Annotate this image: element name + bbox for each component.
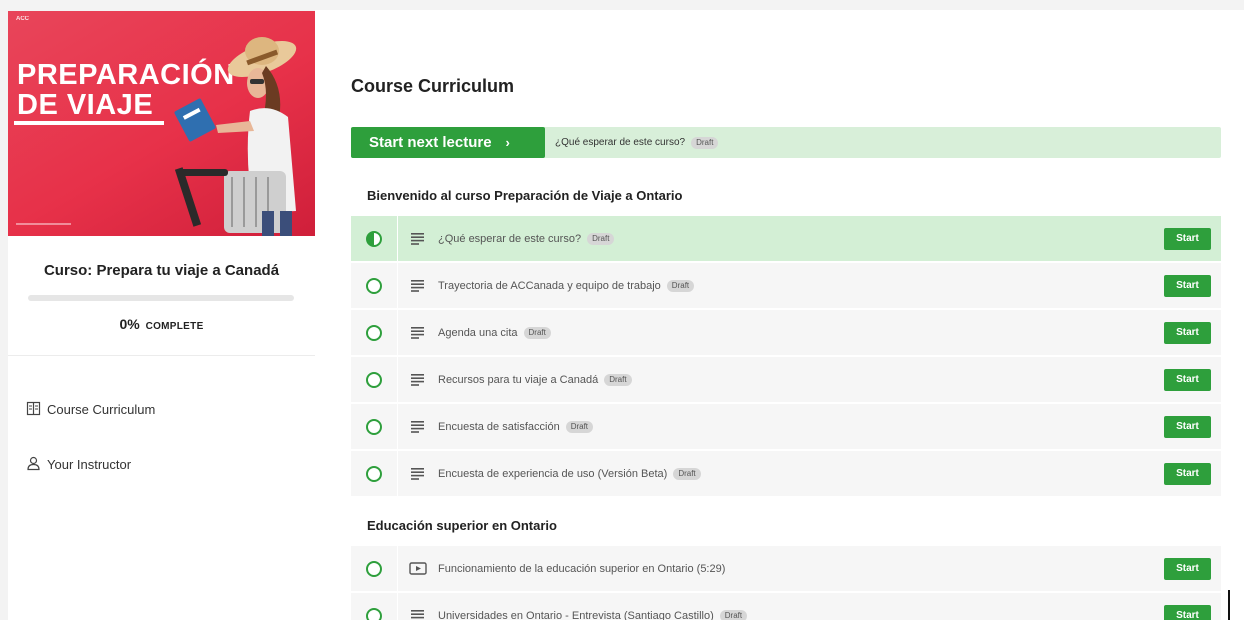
text-lecture-icon [398,326,438,339]
not-started-circle-icon [366,560,382,577]
progress-complete-word: COMPLETE [145,321,204,332]
hero-footer-line [16,223,71,225]
not-started-circle-icon [366,371,382,388]
lecture-row[interactable]: Funcionamiento de la educación superior … [351,546,1221,591]
draft-badge: Draft [565,420,594,433]
user-icon [26,456,42,472]
text-lecture-icon [398,609,438,620]
page-title: Course Curriculum [351,76,515,96]
draft-badge: Draft [673,467,701,480]
not-started-circle-icon [366,465,382,482]
sidebar-divider [8,355,315,356]
section-title: Bienvenido al curso Preparación de Viaje… [367,188,683,203]
sidebar-item-course-curriculum[interactable]: Course Curriculum [26,401,155,417]
start-button[interactable]: Start [1164,415,1211,438]
draft-badge: Draft [587,232,615,245]
progress-percent-value: 0% [119,316,140,332]
lecture-title: Trayectoria de ACCanada y equipo de trab… [438,279,661,292]
text-cursor [1228,590,1230,620]
draft-badge: Draft [523,326,551,339]
hero-title-line2: DE VIAJE [17,89,154,121]
not-started-circle-icon [366,324,382,341]
course-hero-image: ACC PREPARACIÓN DE VIAJE [8,11,315,236]
not-started-circle-icon [366,277,382,294]
lecture-title: Encuesta de satisfacción [438,420,560,433]
sidebar-item-label: Your Instructor [47,456,132,472]
text-lecture-icon [398,420,438,433]
lecture-title: Encuesta de experiencia de uso (Versión … [438,467,668,480]
text-lecture-icon [398,279,438,292]
progress-bar [28,295,294,301]
not-started-circle-icon [366,418,382,435]
video-lecture-icon [398,561,438,576]
hero-underline [14,121,164,125]
main-content: Course Curriculum Start next lecture › ¿… [315,0,1244,620]
lecture-title: Funcionamiento de la educación superior … [438,562,726,575]
book-icon [26,401,42,417]
start-next-lecture-label: Start next lecture [369,134,492,151]
lecture-row[interactable]: ¿Qué esperar de este curso? Draft Start [351,216,1221,261]
lecture-row[interactable]: Agenda una cita Draft Start [351,310,1221,355]
text-lecture-icon [398,373,438,386]
next-lecture-title: ¿Qué esperar de este curso? [555,137,686,148]
text-lecture-icon [398,232,438,245]
start-button[interactable]: Start [1164,462,1211,485]
text-lecture-icon [398,467,438,480]
course-title: Curso: Prepara tu viaje a Canadá [43,262,280,279]
lecture-row[interactable]: Encuesta de satisfacción Draft Start [351,404,1221,449]
sidebar-item-your-instructor[interactable]: Your Instructor [26,456,131,472]
start-button[interactable]: Start [1164,227,1211,250]
start-button[interactable]: Start [1164,604,1211,620]
sidebar: ACC PREPARACIÓN DE VIAJE Curso: Prepara … [8,11,315,620]
lecture-title: ¿Qué esperar de este curso? [438,232,582,245]
brand-logo: ACC [16,16,29,22]
draft-badge: Draft [604,373,632,386]
lecture-title: Universidades en Ontario - Entrevista (S… [438,609,714,620]
in-progress-circle-icon [366,230,382,247]
start-button[interactable]: Start [1164,557,1211,580]
lecture-title: Recursos para tu viaje a Canadá [438,373,599,386]
top-strip [315,0,1244,10]
start-next-lecture-button[interactable]: Start next lecture › [351,127,545,158]
start-button[interactable]: Start [1164,368,1211,391]
start-button[interactable]: Start [1164,321,1211,344]
draft-badge: Draft [719,609,748,620]
chevron-right-icon: › [505,135,510,150]
progress-percent: 0% COMPLETE [8,316,315,332]
next-lecture-name: ¿Qué esperar de este curso? Draft [555,136,719,149]
lecture-title: Agenda una cita [438,326,518,339]
section-title: Educación superior en Ontario [367,518,557,533]
traveler-illustration [174,37,297,236]
lecture-row[interactable]: Trayectoria de ACCanada y equipo de trab… [351,263,1221,308]
sidebar-item-label: Course Curriculum [47,401,156,417]
next-lecture-bar: Start next lecture › ¿Qué esperar de est… [351,127,1221,158]
lecture-row[interactable]: Encuesta de experiencia de uso (Versión … [351,451,1221,496]
start-button[interactable]: Start [1164,274,1211,297]
lecture-row[interactable]: Recursos para tu viaje a Canadá Draft Sta… [351,357,1221,402]
not-started-circle-icon [366,607,382,620]
draft-badge: Draft [691,136,719,149]
draft-badge: Draft [666,279,695,292]
lecture-row[interactable]: Universidades en Ontario - Entrevista (S… [351,593,1221,620]
